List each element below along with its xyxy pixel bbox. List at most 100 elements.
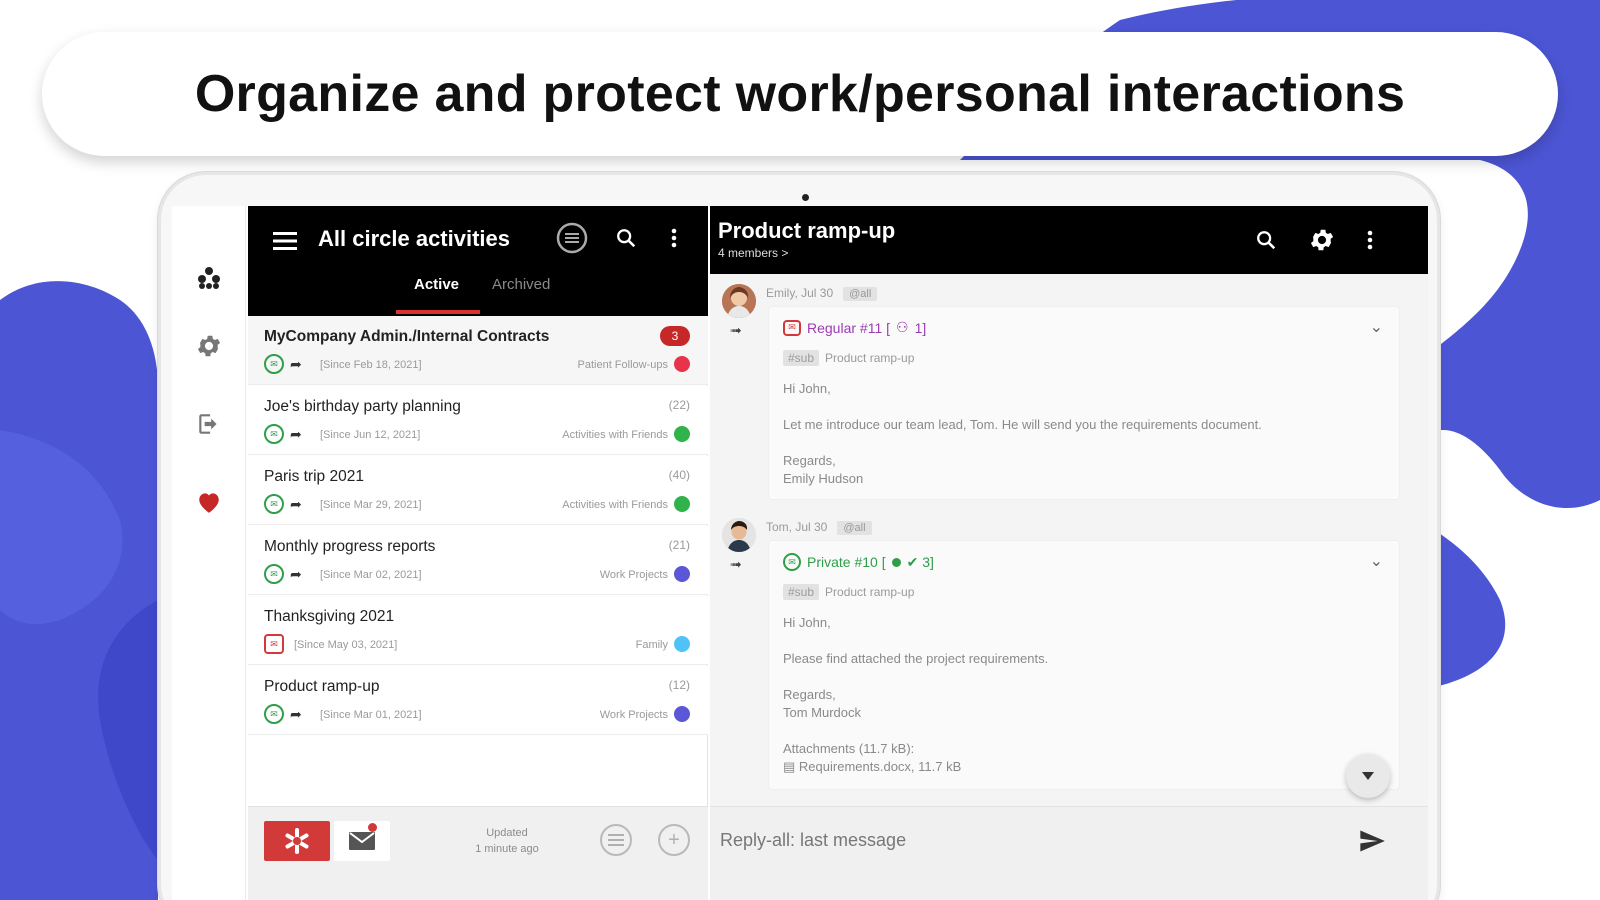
plus-icon: +: [668, 828, 680, 851]
item-title: Product ramp-up: [264, 678, 380, 695]
attachment-file[interactable]: ▤ Requirements.docx, 11.7 kB: [783, 759, 961, 775]
forward-icon: ➦: [290, 705, 302, 722]
gear-icon[interactable]: [1306, 224, 1338, 256]
message-author-date: Tom, Jul 30: [766, 520, 828, 534]
updated-label: Updated: [486, 827, 528, 839]
item-count: (22): [668, 398, 690, 412]
item-category: Activities with Friends: [562, 429, 668, 441]
chat-header: Product ramp-up 4 members >: [710, 206, 1428, 274]
menu-icon[interactable]: [270, 226, 300, 256]
send-button[interactable]: [1350, 821, 1394, 861]
forward-icon: ➦: [290, 355, 302, 372]
document-icon: ▤: [783, 759, 796, 774]
search-icon[interactable]: [1252, 226, 1280, 254]
message-header[interactable]: ✉ Regular #11 [ ⚇ 1]: [783, 319, 926, 336]
list-item[interactable]: Product ramp-up (12) ✉ ➦ [Since Mar 01, …: [248, 666, 708, 735]
forward-icon: ➦: [290, 565, 302, 582]
item-count: (40): [668, 468, 690, 482]
send-icon: [1360, 830, 1385, 852]
category-dot: [674, 496, 690, 512]
filter-icon[interactable]: [554, 220, 590, 256]
mail-circle-icon: ✉: [264, 564, 284, 584]
caret-down-icon: [1362, 772, 1374, 780]
chevron-down-icon[interactable]: ⌄: [1370, 317, 1383, 337]
list-item[interactable]: MyCompany Admin./Internal Contracts 3 ✉ …: [248, 316, 708, 385]
logout-icon[interactable]: [189, 404, 229, 444]
attachment-name: Requirements.docx, 11.7 kB: [798, 759, 962, 774]
subject-line: #sub Product ramp-up: [783, 584, 914, 600]
subject-tag: #sub: [783, 350, 820, 366]
reply-input[interactable]: [720, 821, 1340, 859]
subject-line: #sub Product ramp-up: [783, 350, 914, 366]
item-icons: ✉ ➦: [264, 704, 302, 724]
category-dot: [674, 706, 690, 722]
item-title: Thanksgiving 2021: [264, 608, 395, 625]
mail-circle-icon: ✉: [264, 494, 284, 514]
forward-icon: ➦: [290, 425, 302, 442]
reply-icon[interactable]: ➟: [730, 322, 742, 339]
message-signature: Tom Murdock: [783, 705, 862, 720]
message-greeting: Hi John,: [783, 615, 831, 630]
category-dot: [674, 356, 690, 372]
message-signature: Emily Hudson: [783, 471, 864, 486]
headline-banner: Organize and protect work/personal inter…: [42, 32, 1558, 156]
message-signoff: Regards,: [783, 687, 836, 702]
message-card: ✉ Regular #11 [ ⚇ 1] ⌄ #sub Product ramp-…: [768, 306, 1400, 500]
message-header[interactable]: ✉ Private #10 [ ✔ 3]: [783, 553, 934, 571]
gear-icon[interactable]: [189, 326, 229, 366]
message-author-date: Emily, Jul 30: [766, 286, 834, 300]
audience-chip: @all: [837, 521, 872, 535]
online-dot-icon: [891, 557, 901, 567]
audience-chip: @all: [843, 287, 878, 301]
list-item[interactable]: Monthly progress reports (21) ✉ ➦ [Since…: [248, 526, 708, 595]
tab-active[interactable]: Active: [414, 276, 459, 293]
circles-view-button[interactable]: [264, 821, 330, 861]
message-signoff: Regards,: [783, 453, 836, 468]
nav-rail: [172, 206, 246, 900]
mail-circle-icon: ✉: [264, 354, 284, 374]
mail-view-button[interactable]: [334, 821, 390, 861]
item-since: [Since May 03, 2021]: [294, 639, 398, 651]
item-since: [Since Jun 12, 2021]: [320, 429, 421, 441]
item-count: (21): [668, 538, 690, 552]
item-count: (12): [668, 678, 690, 692]
search-icon[interactable]: [612, 224, 640, 252]
list-item[interactable]: Thanksgiving 2021 ✉ [Since May 03, 2021]…: [248, 596, 708, 665]
list-item[interactable]: Joe's birthday party planning (22) ✉ ➦ […: [248, 386, 708, 455]
item-since: [Since Mar 02, 2021]: [320, 569, 422, 581]
item-icons: ✉ ➦: [264, 354, 302, 374]
item-category: Patient Follow-ups: [577, 359, 669, 371]
item-icons: ✉: [264, 634, 284, 654]
updated-status: Updated 1 minute ago: [442, 825, 572, 857]
heart-icon[interactable]: [189, 482, 229, 522]
message-count: ✔ 3]: [906, 553, 934, 570]
category-dot: [674, 566, 690, 582]
activities-footer: Updated 1 minute ago +: [248, 806, 708, 900]
mail-notification-dot: [368, 823, 377, 832]
headline-text: Organize and protect work/personal inter…: [194, 65, 1406, 123]
message-meta: Emily, Jul 30 @all: [766, 286, 878, 301]
item-category: Family: [635, 639, 668, 651]
item-icons: ✉ ➦: [264, 564, 302, 584]
mail-circle-icon: ✉: [264, 704, 284, 724]
chevron-down-icon[interactable]: ⌄: [1370, 551, 1383, 571]
circles-icon[interactable]: [189, 258, 229, 298]
add-activity-button[interactable]: +: [658, 824, 690, 856]
avatar[interactable]: [722, 518, 756, 552]
tab-archived[interactable]: Archived: [492, 276, 550, 293]
reply-icon[interactable]: ➟: [730, 556, 742, 573]
list-item[interactable]: Paris trip 2021 (40) ✉ ➦ [Since Mar 29, …: [248, 456, 708, 525]
members-link[interactable]: 4 members >: [718, 246, 788, 260]
scroll-down-button[interactable]: [1346, 754, 1390, 798]
item-since: [Since Mar 29, 2021]: [320, 499, 422, 511]
message-greeting: Hi John,: [783, 381, 831, 396]
item-category: Work Projects: [599, 709, 668, 721]
message-count: 1]: [914, 319, 927, 336]
filter-list-button[interactable]: [600, 824, 632, 856]
avatar[interactable]: [722, 284, 756, 318]
more-icon[interactable]: [1360, 226, 1380, 254]
category-dot: [674, 636, 690, 652]
message-body: Please find attached the project require…: [783, 651, 1049, 666]
more-icon[interactable]: [664, 224, 684, 252]
item-title: Paris trip 2021: [264, 468, 364, 485]
